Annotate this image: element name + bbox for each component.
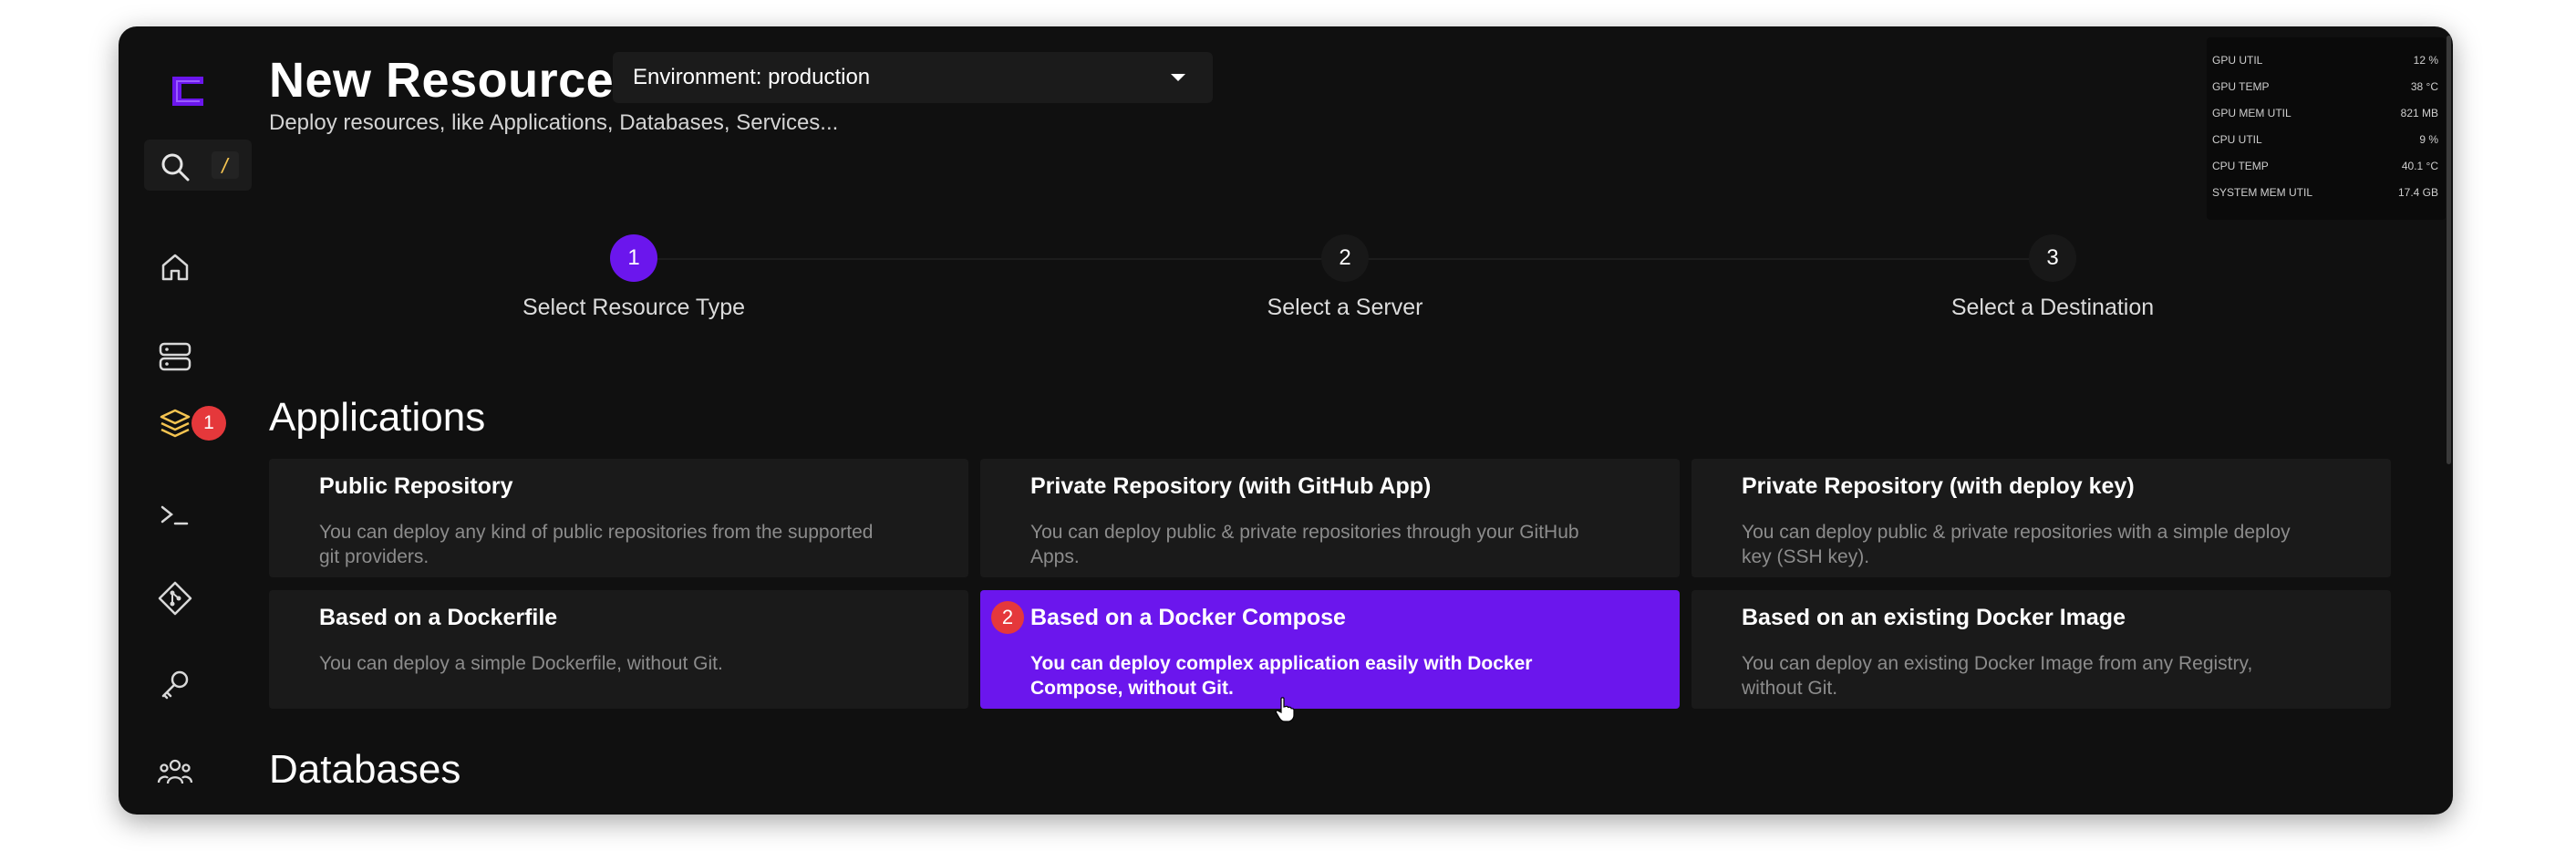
card-description: You can deploy an existing Docker Image … [1742,653,2253,699]
card-title: Private Repository (with deploy key) [1742,473,2135,499]
card-title: Private Repository (with GitHub App) [1030,473,1432,499]
chevron-down-icon [1171,74,1185,81]
step-annotation-badge: 2 [991,601,1024,634]
layers-icon[interactable] [155,403,195,443]
logo[interactable] [155,59,219,123]
step-label: Select a Server [1267,295,1423,320]
metric-label: CPU UTIL [2212,132,2262,146]
page-subtitle: Deploy resources, like Applications, Dat… [269,110,839,135]
step-number: 3 [2029,234,2076,282]
step-select-resource-type: 1 Select Resource Type [442,234,825,321]
step-select-destination: 3 Select a Destination [1861,234,2244,321]
metric-label: GPU MEM UTIL [2212,106,2292,119]
card-dockerfile[interactable]: Based on a Dockerfile You can deploy a s… [269,590,968,709]
card-description: You can deploy any kind of public reposi… [319,522,874,567]
card-description: You can deploy public & private reposito… [1030,522,1579,567]
card-title: Based on a Dockerfile [319,605,558,630]
key-icon[interactable] [155,665,195,705]
step-number: 1 [610,234,657,282]
search-icon [159,150,191,188]
section-title-databases: Databases [269,747,461,792]
metric-row: GPU UTIL 12 % [2212,47,2438,73]
metric-value: 17.4 GB [2397,185,2438,199]
card-title: Public Repository [319,473,513,499]
metric-label: GPU TEMP [2212,79,2270,93]
scrollbar[interactable] [2447,36,2451,464]
card-description: You can deploy complex application easil… [1030,653,1533,699]
card-private-repository-deploy-key[interactable]: Private Repository (with deploy key) You… [1691,459,2391,577]
search-button[interactable]: / [144,140,252,191]
coolify-logo-icon [172,77,203,106]
section-title-applications: Applications [269,395,486,440]
card-docker-image[interactable]: Based on an existing Docker Image You ca… [1691,590,2391,709]
card-title: Based on an existing Docker Image [1742,605,2126,630]
environment-select-value: Environment: production [633,65,871,89]
app-window: / 1 New Resource Environment: production… [119,26,2453,815]
sidebar: / 1 [119,26,255,815]
metric-row: GPU TEMP 38 °C [2212,73,2438,99]
step-select-server: 2 Select a Server [1154,234,1536,321]
git-icon[interactable] [155,578,195,618]
metric-label: CPU TEMP [2212,159,2269,172]
metric-value: 40.1 °C [2401,159,2438,172]
step-label: Select Resource Type [522,295,746,320]
step-number: 2 [1321,234,1369,282]
hand-cursor-icon [1275,697,1295,727]
card-description: You can deploy public & private reposito… [1742,522,2291,567]
metric-row: CPU TEMP 40.1 °C [2212,152,2438,179]
terminal-icon[interactable] [155,495,195,535]
home-icon[interactable] [155,247,195,287]
step-label: Select a Destination [1950,295,2155,320]
metric-row: SYSTEM MEM UTIL 17.4 GB [2212,179,2438,205]
environment-select[interactable]: Environment: production [613,52,1213,103]
metric-label: GPU UTIL [2212,53,2263,67]
metric-value: 821 MB [2400,106,2438,119]
card-public-repository[interactable]: Public Repository You can deploy any kin… [269,459,968,577]
metric-label: SYSTEM MEM UTIL [2212,185,2313,199]
page-title: New Resource [269,53,615,108]
search-shortcut-key: / [212,151,239,179]
system-metrics-panel: GPU UTIL 12 % GPU TEMP 38 °C GPU MEM UTIL 8… [2207,37,2446,220]
card-title: Based on a Docker Compose [1030,605,1346,630]
metric-row: GPU MEM UTIL 821 MB [2212,99,2438,126]
card-private-repository-github-app[interactable]: Private Repository (with GitHub App) You… [980,459,1680,577]
projects-badge: 1 [191,406,226,441]
server-icon[interactable] [155,337,195,377]
metric-value: 38 °C [2410,79,2438,93]
card-description: You can deploy a simple Dockerfile, with… [319,653,723,674]
metric-value: 12 % [2413,53,2438,67]
card-docker-compose[interactable]: 2 Based on a Docker Compose You can depl… [980,590,1680,709]
application-cards: Public Repository You can deploy any kin… [269,459,2391,709]
metric-value: 9 % [2419,132,2438,146]
team-icon[interactable] [155,752,195,792]
metric-row: CPU UTIL 9 % [2212,126,2438,152]
